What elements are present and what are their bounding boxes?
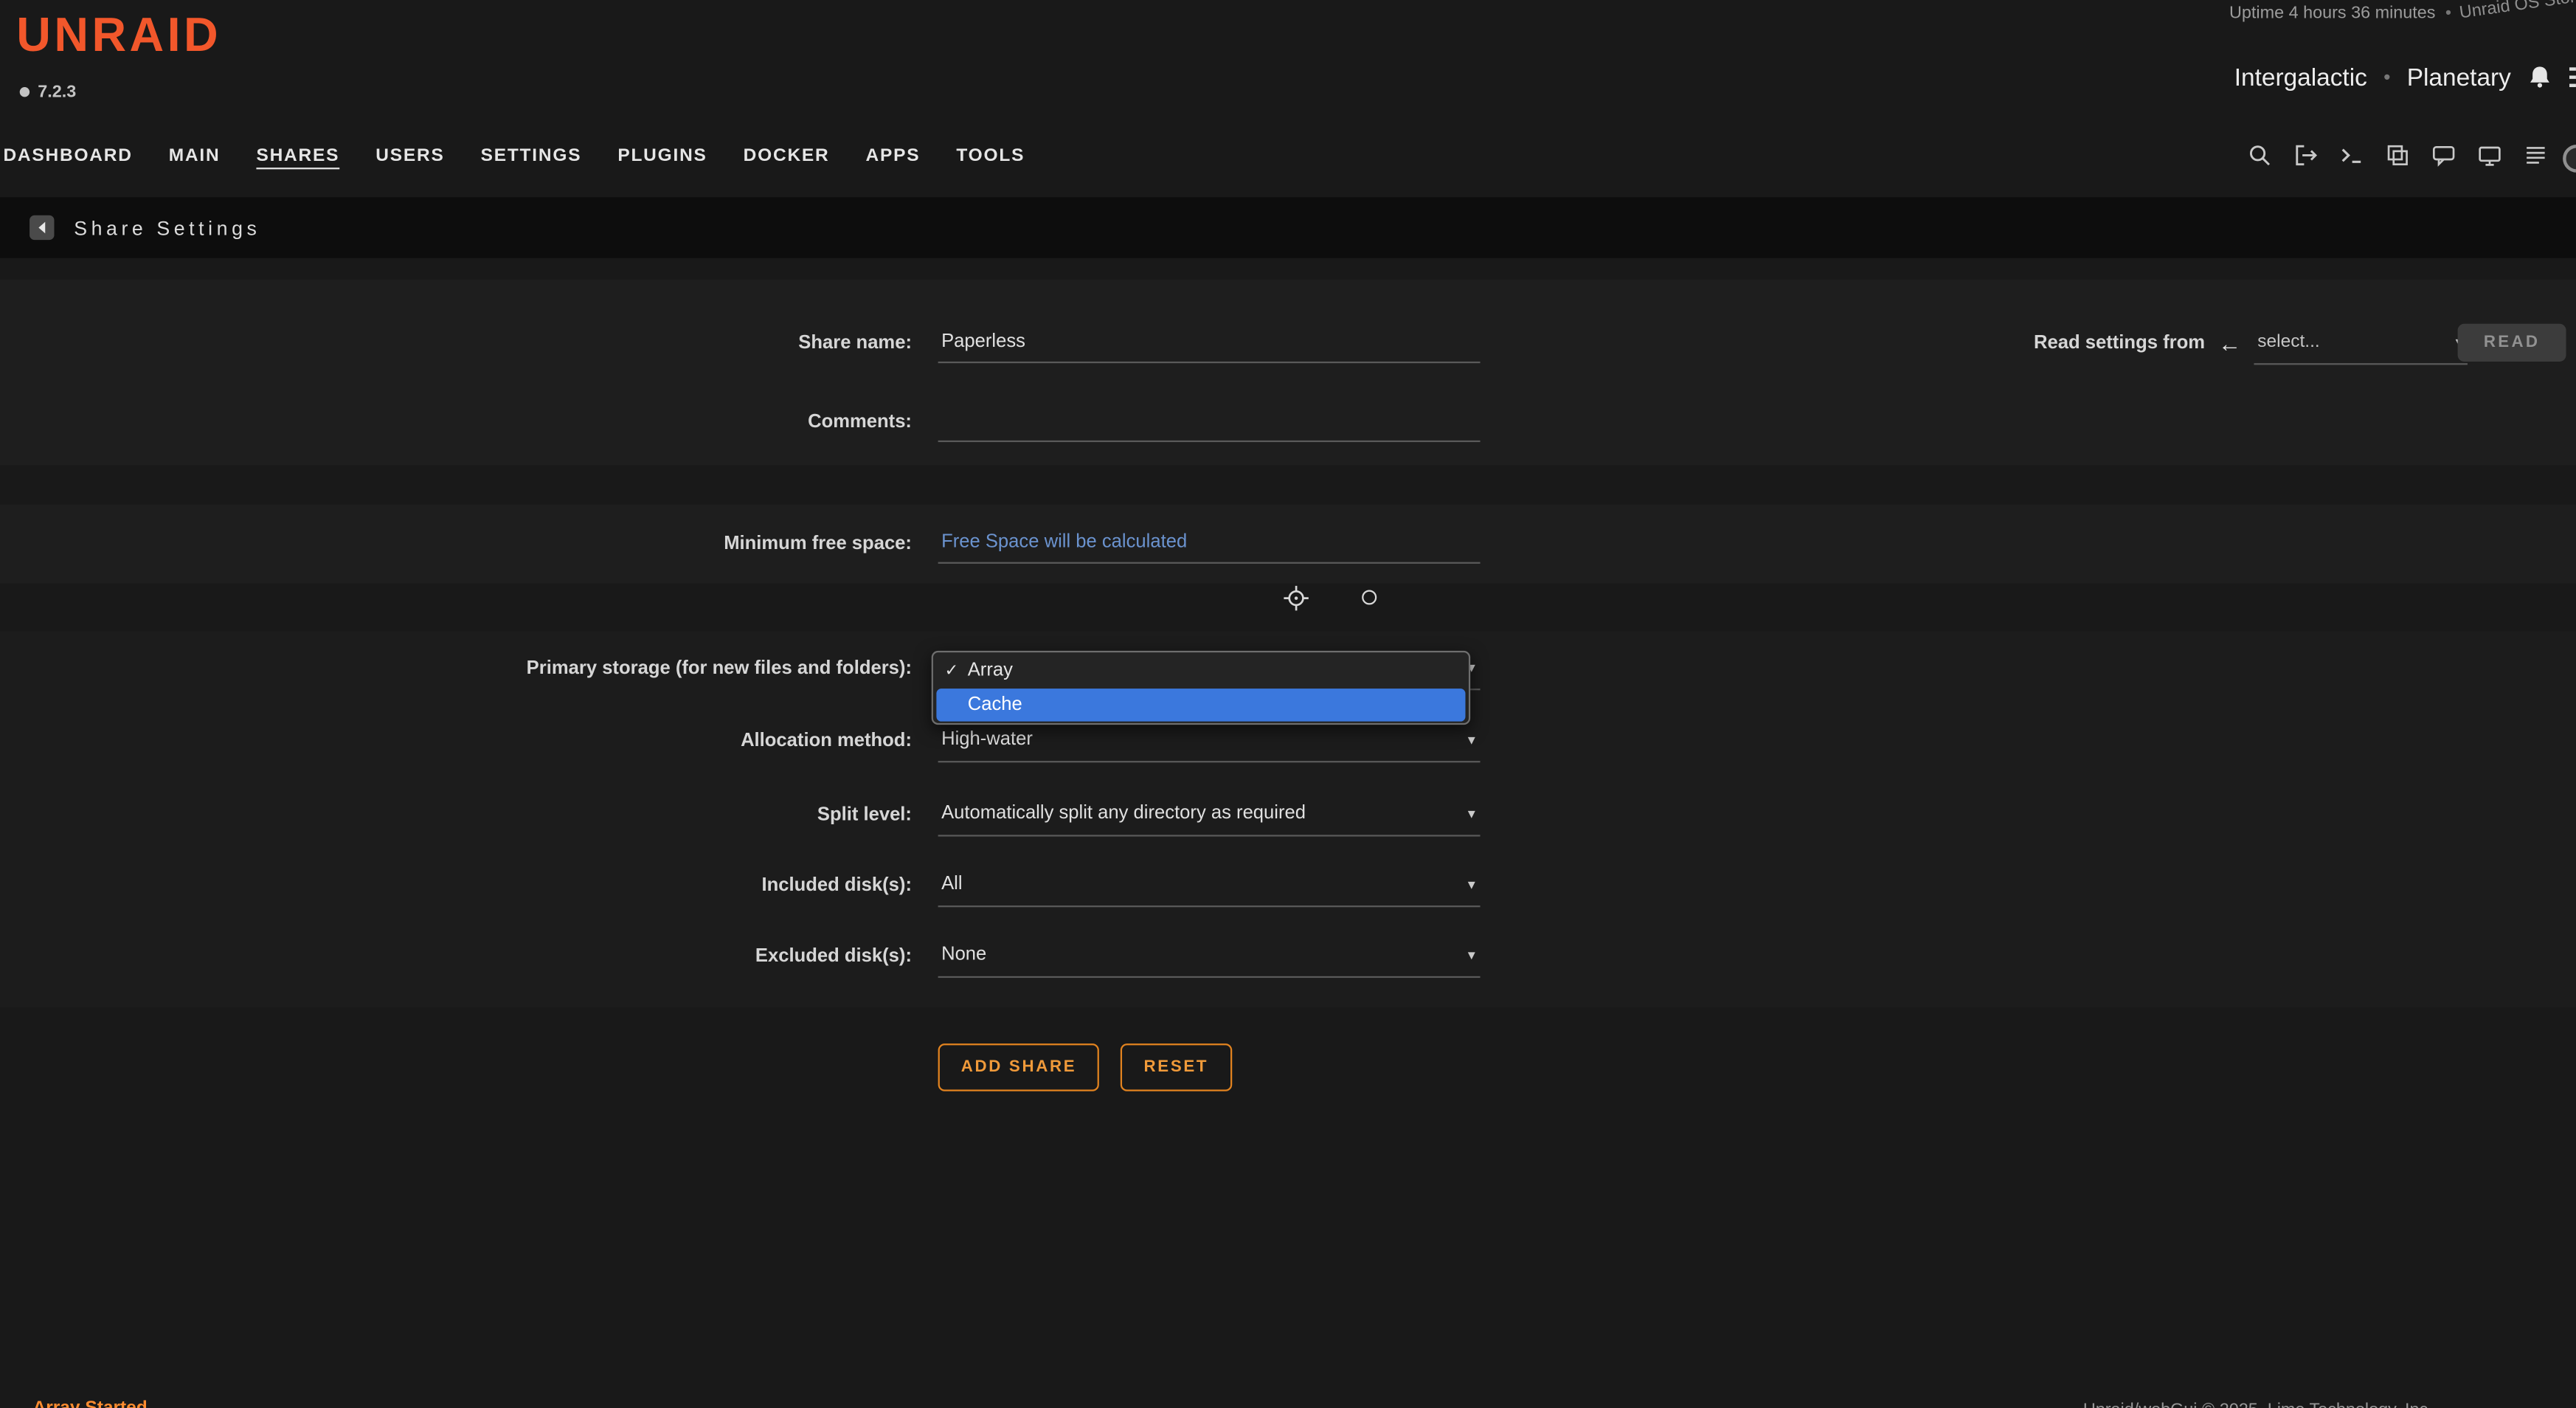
uptime-bar: Uptime 4 hours 36 minutes • Unraid OS St… xyxy=(2229,3,2576,23)
nav-plugins[interactable]: PLUGINS xyxy=(617,146,707,166)
included-disks-select[interactable]: All ▾ xyxy=(938,864,1481,907)
footer-copyright: Unraid/webGui © 2025, Lime Technology, I… xyxy=(2083,1400,2433,1408)
comments-input[interactable] xyxy=(938,401,1481,442)
server-name-planetary[interactable]: Planetary xyxy=(2407,63,2511,92)
nav-dashboard[interactable]: DASHBOARD xyxy=(3,146,132,166)
cursor-crosshair-icon xyxy=(1283,585,1309,612)
split-level-select[interactable]: Automatically split any directory as req… xyxy=(938,794,1481,837)
nav-docker[interactable]: DOCKER xyxy=(744,146,830,166)
primary-storage-dropdown: ✓ Array Cache xyxy=(932,651,1470,725)
excluded-disks-label: Excluded disk(s): xyxy=(0,935,912,978)
read-settings-select-value: select... xyxy=(2257,332,2319,352)
nav-shares[interactable]: SHARES xyxy=(256,146,339,166)
separator-dot: • xyxy=(2383,66,2390,89)
unraid-shares-page: UNRAID 7.2.3 Uptime 4 hours 36 minutes •… xyxy=(0,0,2576,1408)
version-label: 7.2.3 xyxy=(20,82,77,102)
chat-icon[interactable] xyxy=(2431,142,2456,167)
dropdown-option-label: Cache xyxy=(968,695,1022,715)
main-nav: DASHBOARD MAIN SHARES USERS SETTINGS PLU… xyxy=(3,142,1025,171)
dropdown-option-array[interactable]: ✓ Array xyxy=(933,654,1469,689)
status-dot-icon xyxy=(20,87,30,97)
split-level-label: Split level: xyxy=(0,794,912,837)
back-icon[interactable] xyxy=(30,215,54,240)
version-number: 7.2.3 xyxy=(38,82,76,102)
allocation-method-value: High-water xyxy=(941,730,1033,750)
terminal-icon[interactable] xyxy=(2339,142,2364,167)
excluded-disks-value: None xyxy=(941,945,986,965)
allocation-method-select[interactable]: High-water ▾ xyxy=(938,719,1481,762)
page-titlebar: Share Settings xyxy=(0,197,2576,258)
uptime-text: Uptime 4 hours 36 minutes xyxy=(2229,3,2435,23)
footer-left-link[interactable]: Array Started xyxy=(33,1398,148,1408)
nav-main[interactable]: MAIN xyxy=(169,146,221,166)
add-share-button[interactable]: ADD SHARE xyxy=(938,1043,1100,1091)
read-button[interactable]: READ xyxy=(2458,324,2566,362)
split-level-row: Split level: Automatically split any dir… xyxy=(0,794,2576,837)
allocation-method-row: Allocation method: High-water ▾ xyxy=(0,719,2576,762)
os-banner-text: Unraid OS Stor xyxy=(2459,0,2576,23)
chevron-down-icon: ▾ xyxy=(1468,794,1475,835)
chevron-down-icon: ▾ xyxy=(1468,935,1475,976)
min-free-space-input[interactable] xyxy=(938,522,1481,564)
dropdown-option-label: Array xyxy=(968,660,1013,680)
chevron-down-icon: ▾ xyxy=(1468,864,1475,905)
included-disks-label: Included disk(s): xyxy=(0,864,912,907)
server-name-intergalactic[interactable]: Intergalactic xyxy=(2234,63,2367,92)
signout-icon[interactable] xyxy=(2293,142,2318,167)
nav-settings[interactable]: SETTINGS xyxy=(481,146,582,166)
page-title: Share Settings xyxy=(74,216,260,239)
separator-dot: • xyxy=(2445,3,2451,23)
included-disks-value: All xyxy=(941,874,962,894)
share-name-label: Share name: xyxy=(0,322,912,365)
included-disks-row: Included disk(s): All ▾ xyxy=(0,864,2576,907)
min-free-space-label: Minimum free space: xyxy=(0,522,912,565)
hamburger-menu-icon[interactable] xyxy=(2570,67,2576,87)
unraid-logo[interactable]: UNRAID xyxy=(16,10,221,63)
arrow-left-icon: ← xyxy=(2218,332,2241,355)
comments-row: Comments: xyxy=(0,401,2576,444)
allocation-method-label: Allocation method: xyxy=(0,719,912,762)
excluded-disks-row: Excluded disk(s): None ▾ xyxy=(0,935,2576,978)
dropdown-option-cache[interactable]: Cache xyxy=(936,689,1465,722)
read-settings-label: Read settings from xyxy=(2034,334,2205,353)
form-actions: ADD SHARE RESET xyxy=(938,1043,1232,1091)
split-level-value: Automatically split any directory as req… xyxy=(941,804,1306,824)
read-settings-select[interactable]: select... ▾ xyxy=(2254,322,2468,365)
copy-icon[interactable] xyxy=(2386,142,2410,167)
search-icon[interactable] xyxy=(2248,142,2272,167)
chevron-down-icon: ▾ xyxy=(1468,719,1475,761)
share-name-input[interactable] xyxy=(938,322,1481,363)
min-free-space-row: Minimum free space: xyxy=(0,522,2576,565)
monitor-icon[interactable] xyxy=(2477,142,2501,167)
bell-icon[interactable] xyxy=(2527,64,2554,91)
nav-users[interactable]: USERS xyxy=(375,146,444,166)
share-name-row: Share name: Read settings from ← select.… xyxy=(0,322,2576,365)
comments-label: Comments: xyxy=(0,401,912,444)
log-icon[interactable] xyxy=(2524,142,2548,167)
server-switcher: Intergalactic • Planetary xyxy=(2234,59,2576,95)
read-settings-cluster: Read settings from ← select... ▾ xyxy=(2034,322,2468,365)
checkmark-icon: ✓ xyxy=(945,654,959,689)
cursor-target-circle xyxy=(1362,590,1377,604)
profile-circle-icon[interactable] xyxy=(2563,145,2576,173)
reset-button[interactable]: RESET xyxy=(1121,1043,1231,1091)
nav-tools[interactable]: TOOLS xyxy=(956,146,1025,166)
excluded-disks-select[interactable]: None ▾ xyxy=(938,935,1481,978)
primary-storage-label: Primary storage (for new files and folde… xyxy=(0,647,912,690)
toolbar-icons xyxy=(2248,139,2549,169)
nav-apps[interactable]: APPS xyxy=(866,146,921,166)
